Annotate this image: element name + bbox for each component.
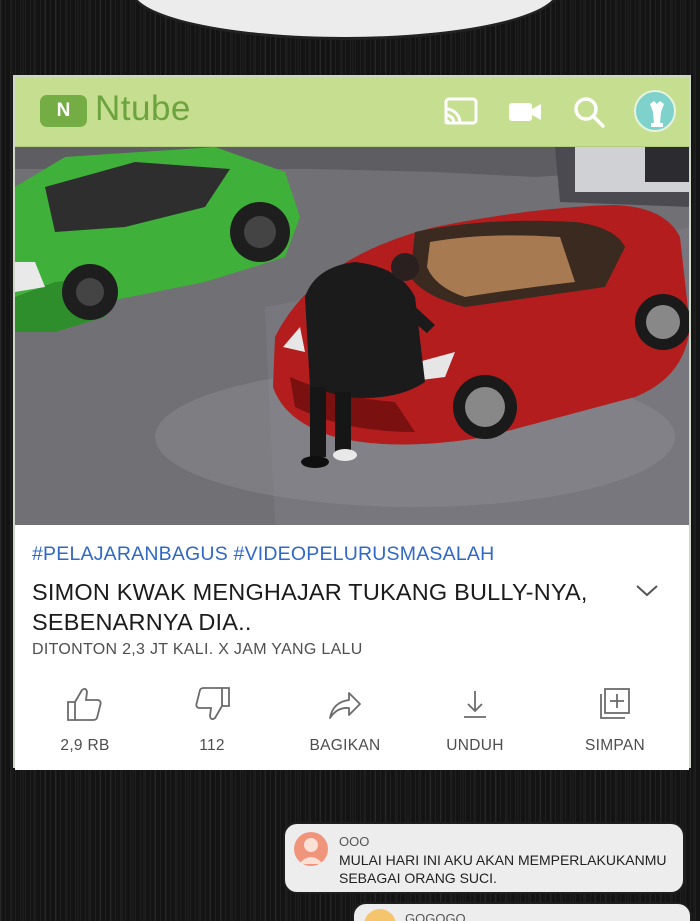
share-label: BAGIKAN bbox=[309, 737, 381, 754]
comment-bubble: OOO MULAI HARI INI AKU AKAN MEMPERLAKUKA… bbox=[283, 822, 685, 894]
video-title-line-2: SEBENARNYA DIA.. bbox=[32, 609, 252, 635]
add-to-playlist-icon bbox=[600, 688, 630, 719]
dislike-count: 112 bbox=[199, 737, 225, 754]
download-label: UNDUH bbox=[446, 737, 504, 754]
cast-icon[interactable] bbox=[442, 93, 480, 131]
chevron-down-icon[interactable] bbox=[635, 583, 659, 599]
dislike-button[interactable]: 112 bbox=[157, 685, 267, 755]
thumbs-down-icon bbox=[195, 687, 230, 721]
app-logo-mark[interactable]: N bbox=[40, 95, 87, 127]
download-icon bbox=[464, 691, 486, 718]
like-count: 2,9 RB bbox=[60, 737, 110, 754]
commenter-avatar bbox=[294, 832, 328, 866]
account-avatar[interactable] bbox=[634, 90, 676, 132]
commenter-name: OOO bbox=[339, 834, 370, 849]
share-button[interactable]: BAGIKAN bbox=[290, 685, 400, 755]
thumbs-up-icon bbox=[67, 687, 102, 721]
save-button[interactable]: SIMPAN bbox=[560, 685, 670, 755]
comment-text: MULAI HARI INI AKU AKAN MEMPERLAKUKANMU … bbox=[339, 852, 667, 886]
commenter-avatar bbox=[364, 909, 396, 921]
share-arrow-icon bbox=[329, 692, 361, 719]
comment-bubble: GOGOGO bbox=[352, 902, 692, 921]
video-camera-icon[interactable] bbox=[506, 93, 544, 131]
app-bar: N Ntube bbox=[15, 77, 689, 147]
video-hashtags[interactable]: #PELAJARANBAGUS #VIDEOPELURUSMASALAH bbox=[32, 543, 494, 566]
download-button[interactable]: UNDUH bbox=[420, 685, 530, 755]
video-title: SIMON KWAK MENGHAJAR TUKANG BULLY-NYA, S… bbox=[32, 577, 632, 637]
speech-bubble-top bbox=[130, 0, 560, 40]
save-label: SIMPAN bbox=[584, 737, 646, 754]
like-button[interactable]: 2,9 RB bbox=[30, 685, 140, 755]
video-meta: DITONTON 2,3 JT KALI. X JAM YANG LALU bbox=[32, 641, 363, 658]
app-logo-text[interactable]: Ntube bbox=[95, 89, 191, 129]
video-info: #PELAJARANBAGUS #VIDEOPELURUSMASALAH SIM… bbox=[15, 525, 689, 770]
video-thumbnail[interactable] bbox=[15, 147, 689, 525]
commenter-name: GOGOGO bbox=[405, 911, 466, 921]
video-title-line-1: SIMON KWAK MENGHAJAR TUKANG BULLY-NYA, bbox=[32, 579, 588, 605]
phone-screen: N Ntube #PELAJARANBAGUS #VIDEOPELURUSMAS… bbox=[13, 75, 691, 770]
search-icon[interactable] bbox=[570, 93, 608, 131]
